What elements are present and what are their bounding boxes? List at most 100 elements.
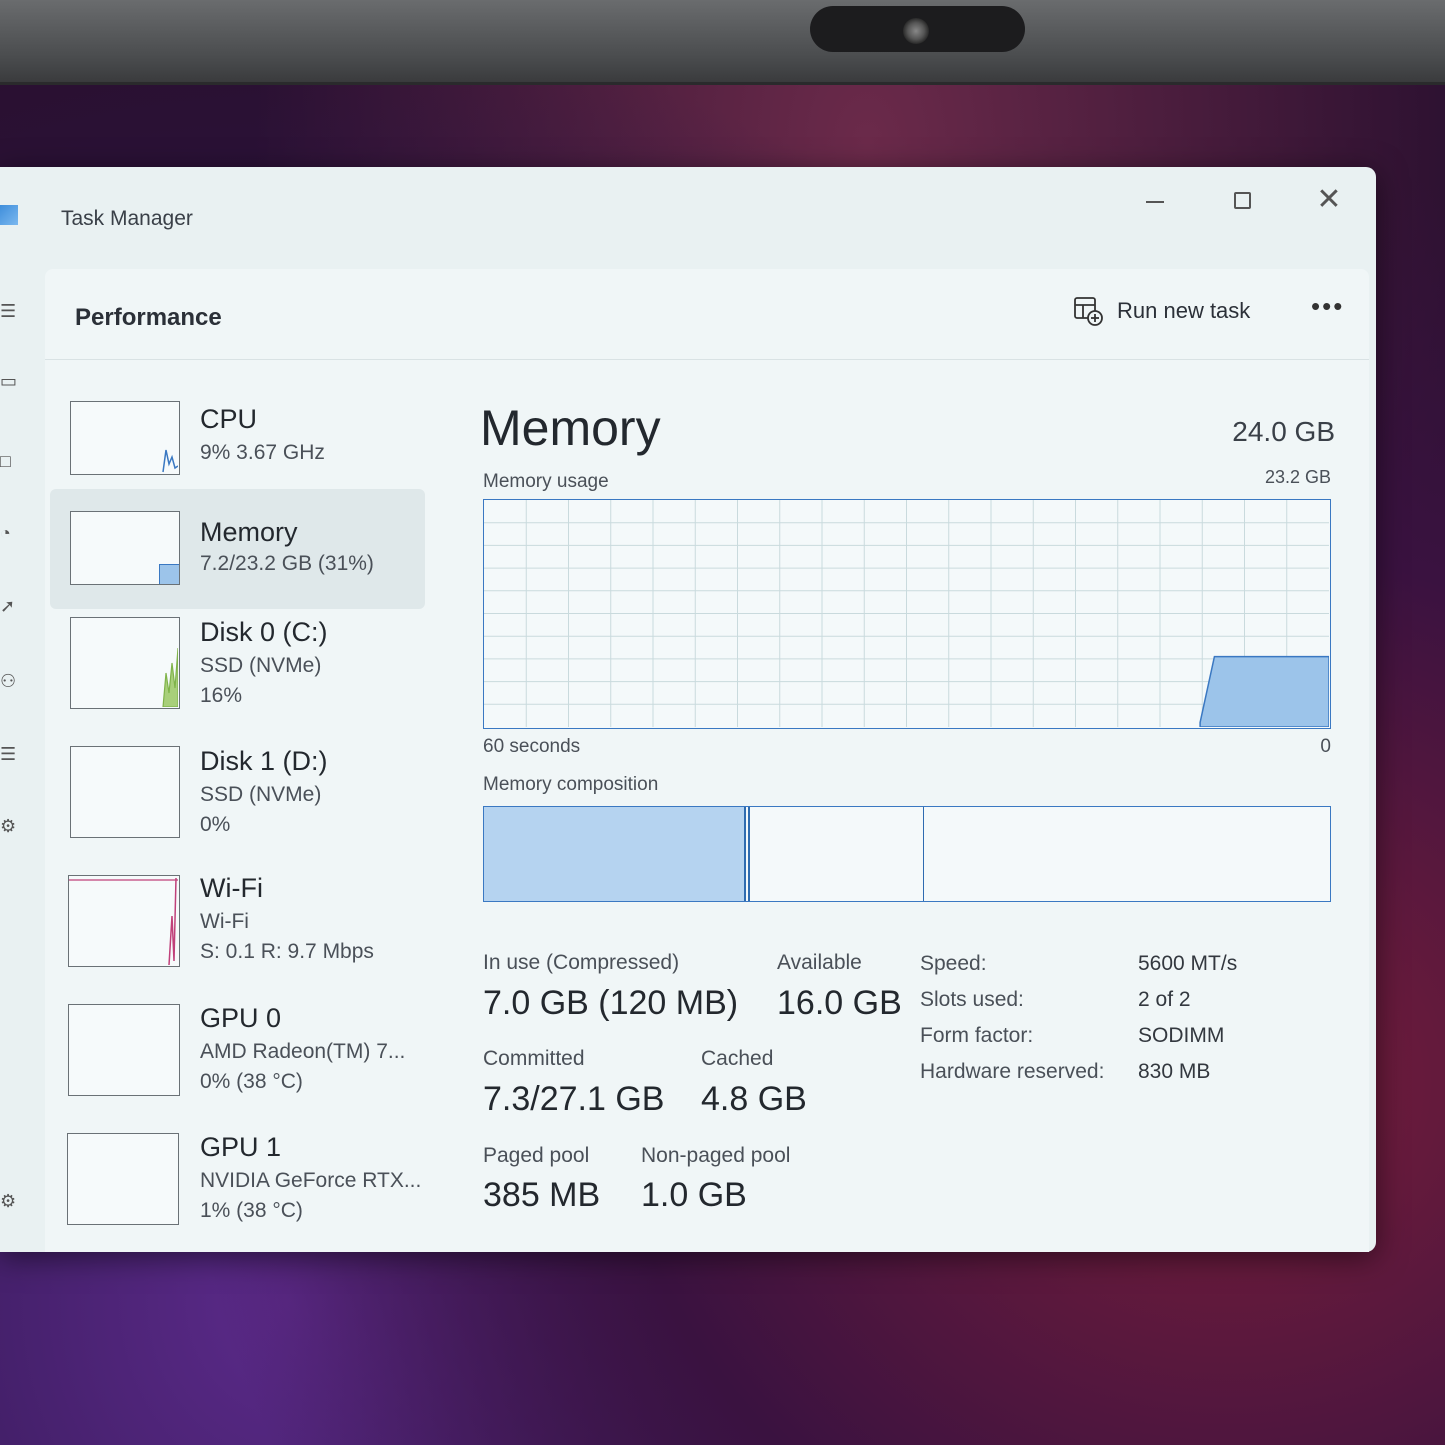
composition-modified-segment[interactable]: [747, 807, 756, 901]
cached-value: 4.8 GB: [701, 1080, 807, 1118]
close-button[interactable]: ✕: [1309, 181, 1349, 221]
more-options-button[interactable]: •••: [1311, 291, 1344, 322]
sidebar-item-name: Wi-Fi: [200, 873, 263, 903]
run-new-task-button[interactable]: Run new task: [1073, 294, 1250, 328]
memory-usage-label: Memory usage: [483, 471, 609, 492]
memory-thumbnail-graph: [70, 511, 180, 585]
memory-composition-label: Memory composition: [483, 774, 659, 795]
gpu1-thumbnail-graph: [67, 1133, 179, 1225]
form-factor-label: Form factor:: [920, 1024, 1034, 1047]
memory-usage-graph: [483, 499, 1331, 729]
processes-icon[interactable]: ▭: [0, 372, 17, 390]
sidebar-item-throughput: S: 0.1 R: 9.7 Mbps: [200, 940, 374, 963]
wifi-thumbnail-graph: [68, 875, 180, 967]
run-new-task-icon: [1073, 296, 1103, 326]
memory-usage-chart: [484, 500, 1329, 727]
page-title: Performance: [75, 304, 222, 331]
sidebar-item-detail: AMD Radeon(TM) 7...: [200, 1040, 406, 1063]
in-use-label: In use (Compressed): [483, 951, 680, 974]
disk0-thumbnail-graph: [70, 617, 180, 709]
sidebar-item-name: Disk 1 (D:): [200, 746, 328, 776]
disk0-sparkline: [162, 647, 179, 708]
sidebar-item-usage: 0% (38 °C): [200, 1070, 303, 1093]
paged-pool-label: Paged pool: [483, 1144, 590, 1167]
sidebar-item-memory[interactable]: Memory 7.2/23.2 GB (31%): [50, 489, 425, 609]
run-new-task-label: Run new task: [1117, 298, 1251, 323]
sidebar-item-detail: SSD (NVMe): [200, 783, 322, 806]
disk1-thumbnail-graph: [70, 746, 180, 838]
services-icon[interactable]: ⚙: [0, 817, 16, 835]
time-axis-left-label: 60 seconds: [483, 736, 581, 757]
users-icon[interactable]: ⚇: [0, 672, 16, 690]
speed-label: Speed:: [920, 952, 987, 975]
slots-used-value: 2 of 2: [1138, 988, 1191, 1011]
sidebar-item-detail: SSD (NVMe): [200, 654, 322, 677]
memory-detail-panel: Memory 24.0 GB Memory usage 23.2 GB 60 s…: [480, 379, 1335, 1249]
gpu0-thumbnail-graph: [68, 1004, 180, 1096]
wifi-sparkline: [69, 877, 178, 966]
sidebar-item-detail: NVIDIA GeForce RTX...: [200, 1169, 422, 1192]
paged-pool-value: 385 MB: [483, 1176, 601, 1214]
sidebar-item-detail: 7.2/23.2 GB (31%): [200, 552, 374, 575]
sidebar-item-detail: Wi-Fi: [200, 910, 249, 933]
startup-apps-icon[interactable]: ➚: [0, 597, 15, 615]
slots-used-label: Slots used:: [920, 988, 1024, 1011]
sidebar-item-gpu-1[interactable]: GPU 1 NVIDIA GeForce RTX... 1% (38 °C): [50, 1129, 425, 1249]
composition-in-use-segment[interactable]: [484, 807, 746, 901]
sidebar-item-gpu-0[interactable]: GPU 0 AMD Radeon(TM) 7... 0% (38 °C): [50, 999, 425, 1119]
memory-usage-max: 23.2 GB: [1264, 467, 1331, 487]
committed-value: 7.3/27.1 GB: [483, 1080, 665, 1118]
memory-heading: Memory: [480, 400, 661, 456]
window-title: Task Manager: [61, 207, 193, 230]
header-divider: [45, 359, 1369, 360]
sidebar-item-wifi[interactable]: Wi-Fi Wi-Fi S: 0.1 R: 9.7 Mbps: [50, 869, 425, 989]
time-axis-right-label: 0: [1320, 736, 1331, 757]
details-icon[interactable]: ☰: [0, 745, 16, 763]
app-history-icon[interactable]: ◔: [0, 524, 14, 542]
sidebar-item-detail: 9% 3.67 GHz: [200, 441, 325, 464]
hamburger-menu-icon[interactable]: ☰: [0, 302, 16, 320]
cpu-sparkline: [162, 449, 179, 473]
sidebar-item-usage: 0%: [200, 813, 231, 836]
webcam-lens: [903, 18, 929, 44]
maximize-icon: [1233, 192, 1251, 209]
cached-label: Cached: [701, 1047, 774, 1070]
memory-total: 24.0 GB: [1232, 416, 1335, 447]
settings-icon[interactable]: ⚙: [0, 1192, 16, 1210]
minimize-icon: [1146, 201, 1164, 203]
navigation-rail: ☰ ▭ □ ◔ ➚ ⚇ ☰ ⚙ ⚙: [0, 287, 22, 1247]
sidebar-item-usage: 1% (38 °C): [200, 1199, 303, 1222]
memory-composition-bar: [483, 806, 1331, 902]
performance-icon[interactable]: □: [0, 452, 14, 470]
minimize-button[interactable]: [1135, 181, 1175, 221]
composition-standby-segment[interactable]: [923, 807, 925, 901]
available-label: Available: [777, 951, 862, 974]
cpu-thumbnail-graph: [70, 401, 180, 475]
sidebar-item-disk-0[interactable]: Disk 0 (C:) SSD (NVMe) 16%: [50, 609, 425, 729]
sidebar-item-cpu[interactable]: CPU 9% 3.67 GHz: [50, 379, 425, 499]
in-use-value: 7.0 GB (120 MB): [483, 984, 739, 1022]
content-pane: Performance Run new task ••• CPU 9% 3.67…: [45, 269, 1369, 1252]
available-value: 16.0 GB: [777, 984, 902, 1022]
task-manager-app-icon: [0, 205, 18, 225]
non-paged-pool-value: 1.0 GB: [641, 1176, 747, 1214]
memory-thumbnail-fill: [159, 564, 179, 584]
maximize-button[interactable]: [1222, 181, 1262, 221]
form-factor-value: SODIMM: [1138, 1024, 1225, 1047]
sidebar-item-usage: 16%: [200, 684, 243, 707]
laptop-bezel: [0, 0, 1445, 85]
committed-label: Committed: [483, 1047, 585, 1070]
sidebar-item-name: Memory: [200, 517, 298, 547]
task-manager-window: Task Manager ✕ ☰ ▭ □ ◔ ➚ ⚇ ☰ ⚙ ⚙ Perform…: [0, 167, 1376, 1252]
hardware-reserved-value: 830 MB: [1138, 1060, 1211, 1083]
speed-value: 5600 MT/s: [1138, 952, 1238, 975]
memory-usage-area: [1199, 655, 1329, 727]
hardware-reserved-label: Hardware reserved:: [920, 1060, 1105, 1083]
sidebar-item-name: Disk 0 (C:): [200, 617, 328, 647]
non-paged-pool-label: Non-paged pool: [641, 1144, 791, 1167]
sidebar-item-name: GPU 0: [200, 1003, 282, 1033]
close-icon: ✕: [1316, 183, 1342, 216]
sidebar-item-name: CPU: [200, 404, 258, 434]
sidebar-item-disk-1[interactable]: Disk 1 (D:) SSD (NVMe) 0%: [50, 739, 425, 859]
sidebar-item-name: GPU 1: [200, 1132, 282, 1162]
